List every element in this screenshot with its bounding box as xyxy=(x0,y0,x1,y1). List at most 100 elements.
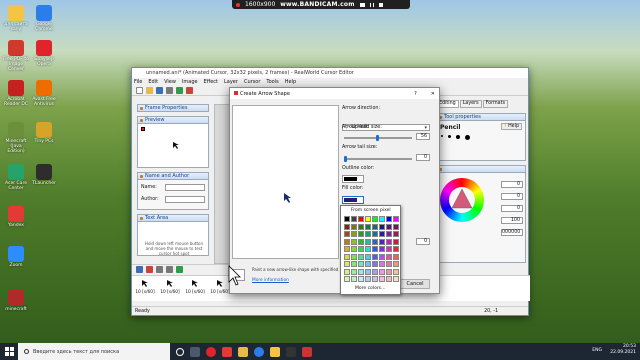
palette-swatch[interactable] xyxy=(379,276,385,282)
add-frame-icon[interactable] xyxy=(136,266,143,273)
clock-date[interactable]: 22.09.2021 xyxy=(610,350,636,356)
palette-swatch[interactable] xyxy=(386,246,392,252)
palette-swatch[interactable] xyxy=(386,231,392,237)
arrow-tail-slider-thumb[interactable] xyxy=(344,156,347,162)
tab-layers[interactable]: Layers xyxy=(459,100,482,108)
more-information-link[interactable]: More information xyxy=(252,278,289,283)
palette-swatch[interactable] xyxy=(358,276,364,282)
taskbar-search[interactable]: Введите здесь текст для поиска xyxy=(18,343,170,360)
palette-swatch[interactable] xyxy=(344,238,350,245)
arrow-head-slider-thumb[interactable] xyxy=(376,135,379,141)
cancel-button[interactable]: Cancel xyxy=(400,279,430,289)
palette-swatch[interactable] xyxy=(358,268,364,275)
brush-size-1-icon[interactable] xyxy=(441,135,443,137)
fill-color-button[interactable] xyxy=(342,196,364,204)
palette-swatch[interactable] xyxy=(372,216,378,222)
color-value-alpha[interactable]: 100 xyxy=(501,217,523,224)
palette-swatch[interactable] xyxy=(351,268,357,275)
brush-size-4-icon[interactable] xyxy=(465,135,470,140)
task-view-icon[interactable] xyxy=(190,346,200,357)
palette-swatch[interactable] xyxy=(393,231,399,237)
palette-swatch[interactable] xyxy=(358,246,364,252)
palette-swatch[interactable] xyxy=(372,268,378,275)
dialog-help-button[interactable]: ? xyxy=(414,91,417,97)
language-indicator[interactable]: ENG xyxy=(592,348,602,354)
desktop-icon[interactable]: Minecraft (Java Edition) xyxy=(2,122,30,154)
palette-swatch[interactable] xyxy=(344,268,350,275)
color-value-g[interactable]: 0 xyxy=(501,193,523,200)
palette-swatch[interactable] xyxy=(358,253,364,260)
opera-taskbar-icon[interactable] xyxy=(206,346,216,357)
redo-icon[interactable] xyxy=(186,87,193,94)
desktop-icon[interactable]: для сайта sany xyxy=(2,5,30,32)
desktop-icon[interactable]: TLauncher xyxy=(30,164,58,186)
color-hex[interactable]: 000000 xyxy=(501,229,523,236)
palette-swatch[interactable] xyxy=(393,253,399,260)
palette-swatch[interactable] xyxy=(351,276,357,282)
save-icon[interactable] xyxy=(156,87,163,94)
yandex-browser-taskbar-icon[interactable] xyxy=(270,346,280,357)
undo-icon[interactable] xyxy=(176,87,183,94)
palette-swatch[interactable] xyxy=(372,223,378,230)
cortana-icon[interactable] xyxy=(176,347,184,356)
desktop-icon[interactable]: minecraft xyxy=(2,290,30,312)
palette-swatch[interactable] xyxy=(344,253,350,260)
palette-swatch[interactable] xyxy=(351,238,357,245)
color-value-r[interactable]: 0 xyxy=(501,181,523,188)
desktop-icon[interactable]: Avast Free Antivirus xyxy=(30,80,58,107)
palette-swatch[interactable] xyxy=(358,231,364,237)
menu-help[interactable]: Help xyxy=(285,79,296,85)
palette-swatch[interactable] xyxy=(393,268,399,275)
move-right-icon[interactable] xyxy=(166,266,173,273)
palette-swatch[interactable] xyxy=(386,268,392,275)
frame-thumb[interactable]: 10 [s/60] xyxy=(134,279,156,295)
palette-swatch[interactable] xyxy=(386,216,392,222)
chrome-taskbar-icon[interactable] xyxy=(254,346,264,357)
help-button[interactable]: ? Help xyxy=(501,123,523,130)
print-icon[interactable] xyxy=(166,87,173,94)
palette-swatch[interactable] xyxy=(379,216,385,222)
palette-swatch[interactable] xyxy=(365,246,371,252)
desktop-icon[interactable]: Acrobat Reader DC xyxy=(2,80,30,107)
palette-swatch[interactable] xyxy=(365,268,371,275)
palette-swatch[interactable] xyxy=(365,223,371,230)
name-author-header[interactable]: Name and Author xyxy=(137,172,209,180)
tool-properties-header[interactable]: Tool properties xyxy=(436,113,526,121)
palette-swatch[interactable] xyxy=(372,253,378,260)
from-screen-pixel-option[interactable]: From screen pixel xyxy=(351,208,391,213)
more-colors-option[interactable]: More colors... xyxy=(355,286,385,291)
palette-swatch[interactable] xyxy=(379,246,385,252)
stop-icon[interactable] xyxy=(378,2,383,7)
text-area-header[interactable]: Text Area xyxy=(137,214,209,222)
name-field[interactable] xyxy=(165,184,205,191)
cursor-editor-taskbar-icon[interactable] xyxy=(302,346,312,357)
desktop-icon[interactable]: Tiny PCs xyxy=(30,122,58,144)
extra-value[interactable]: 0 xyxy=(416,238,430,245)
palette-swatch[interactable] xyxy=(386,261,392,267)
palette-swatch[interactable] xyxy=(372,246,378,252)
outline-color-button[interactable] xyxy=(342,175,364,183)
palette-swatch[interactable] xyxy=(344,216,350,222)
frame-thumb[interactable]: 10 [s/60] xyxy=(184,279,206,295)
menu-edit[interactable]: Edit xyxy=(148,79,158,85)
palette-swatch[interactable] xyxy=(344,276,350,282)
palette-swatch[interactable] xyxy=(379,268,385,275)
palette-swatch[interactable] xyxy=(351,253,357,260)
pause-icon[interactable] xyxy=(369,2,374,7)
text-area-panel[interactable]: Hold down left mouse button and move the… xyxy=(137,222,209,256)
desktop-icon[interactable]: Free PDF to Image Conver xyxy=(2,40,30,72)
palette-swatch[interactable] xyxy=(379,253,385,260)
menu-layer[interactable]: Layer xyxy=(224,79,238,85)
windows-start-icon[interactable] xyxy=(5,347,14,356)
palette-swatch[interactable] xyxy=(358,216,364,222)
palette-swatch[interactable] xyxy=(365,238,371,245)
colors-header[interactable] xyxy=(436,165,526,173)
palette-swatch[interactable] xyxy=(393,223,399,230)
menu-view[interactable]: View xyxy=(164,79,176,85)
palette-swatch[interactable] xyxy=(372,261,378,267)
palette-swatch[interactable] xyxy=(393,216,399,222)
palette-swatch[interactable] xyxy=(379,238,385,245)
palette-swatch[interactable] xyxy=(344,223,350,230)
dialog-close-button[interactable]: ✕ xyxy=(431,91,435,97)
palette-swatch[interactable] xyxy=(365,253,371,260)
